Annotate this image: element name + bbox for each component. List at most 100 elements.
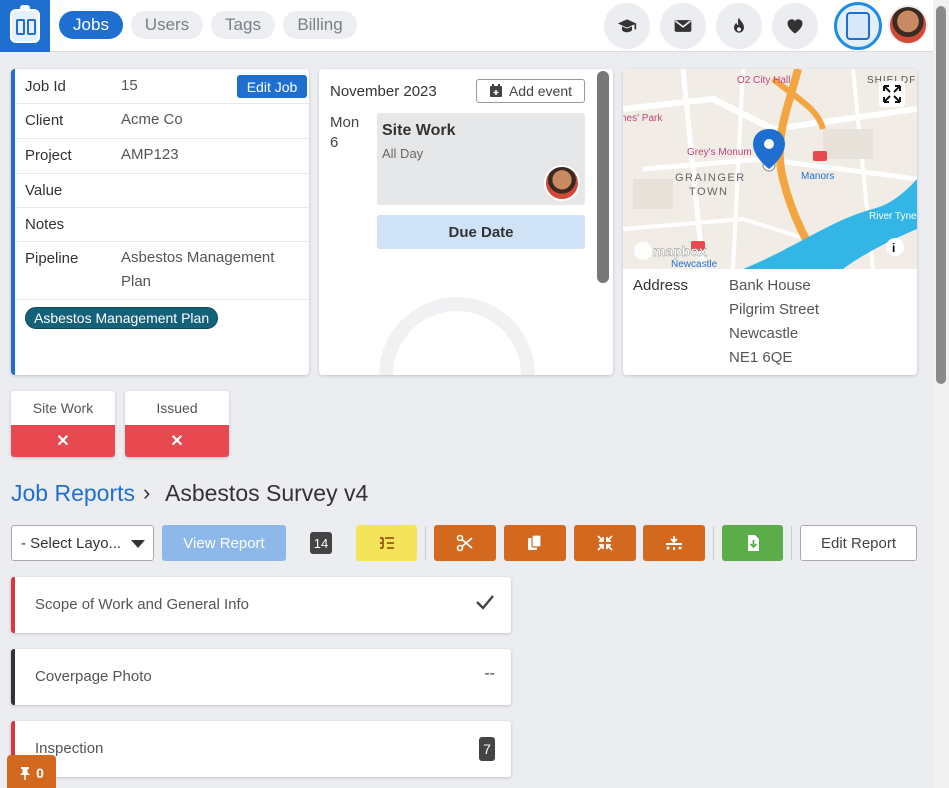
- section-name: Scope of Work and General Info: [35, 596, 250, 613]
- job-field-row: Project AMP123: [15, 139, 309, 174]
- status-label: Site Work: [32, 400, 94, 416]
- map-label: River Tyne: [869, 211, 917, 222]
- field-value: Acme Co: [121, 111, 183, 128]
- map-label: nes' Park: [623, 113, 663, 124]
- day-name: Mon: [330, 114, 360, 131]
- map-graphic: O2 City Hall SHIELDFIEL nes' Park Grey's…: [623, 69, 917, 269]
- field-label: Client: [25, 112, 64, 129]
- outline-button[interactable]: [356, 525, 417, 561]
- toolbar-divider: [791, 526, 792, 560]
- address-line: Bank House: [729, 277, 811, 294]
- breadcrumb-job-reports[interactable]: Job Reports: [11, 480, 135, 507]
- close-icon[interactable]: ✕: [125, 425, 229, 457]
- list-tree-icon: [379, 537, 394, 549]
- day-number: 6: [330, 134, 339, 151]
- field-value: AMP123: [121, 146, 179, 163]
- graduation-cap-icon: [617, 19, 637, 33]
- close-icon[interactable]: ✕: [11, 425, 115, 457]
- field-value: Asbestos Management Plan: [121, 249, 275, 290]
- field-label: Project: [25, 147, 72, 164]
- check-icon: [475, 593, 495, 616]
- edit-report-button[interactable]: Edit Report: [800, 525, 917, 561]
- location-map[interactable]: O2 City Hall SHIELDFIEL nes' Park Grey's…: [623, 69, 917, 269]
- info-icon: i: [892, 241, 895, 255]
- status-tile-issued[interactable]: Issued ✕: [125, 391, 229, 457]
- status-tile-site-work[interactable]: Site Work ✕: [11, 391, 115, 457]
- chevron-down-icon: [131, 540, 145, 548]
- favourites-button[interactable]: [772, 3, 818, 49]
- field-label: Pipeline: [25, 250, 79, 267]
- calendar-plus-icon: [489, 84, 502, 97]
- event-card[interactable]: Site Work All Day: [377, 113, 585, 205]
- field-label: Notes: [25, 216, 65, 233]
- pinned-count: 0: [36, 765, 44, 781]
- copy-icon: [528, 534, 542, 550]
- pipeline-badge[interactable]: Asbestos Management Plan: [25, 307, 219, 329]
- split-button[interactable]: [643, 525, 705, 561]
- job-field-row: Job Id 15 Edit Job: [15, 69, 309, 104]
- toolbar-divider: [713, 526, 714, 560]
- add-event-button[interactable]: Add event: [476, 79, 585, 103]
- download-button[interactable]: [722, 525, 783, 561]
- event-subtitle: All Day: [382, 146, 424, 161]
- add-event-label: Add event: [508, 83, 573, 99]
- calendar-card: November 2023 Add event Mon 6 Site Work …: [319, 69, 613, 375]
- chevron-right-icon: ›: [143, 480, 151, 505]
- activity-button[interactable]: [716, 3, 762, 49]
- tab-tags[interactable]: Tags: [211, 11, 275, 39]
- file-download-icon: [747, 535, 759, 551]
- event-assignee-avatar: [544, 165, 580, 201]
- page-scrollbar[interactable]: [933, 0, 949, 788]
- calendar-day: Mon 6: [330, 113, 359, 153]
- report-section[interactable]: Scope of Work and General Info: [11, 577, 511, 633]
- top-nav: Jobs Users Tags Billing: [0, 0, 933, 52]
- map-label: Manors: [801, 171, 834, 182]
- company-switcher[interactable]: [834, 2, 882, 50]
- event-title: Site Work: [382, 122, 456, 139]
- status-label: Issued: [156, 400, 198, 416]
- user-avatar[interactable]: [888, 5, 928, 45]
- calendar-scrollbar[interactable]: [597, 71, 609, 283]
- layout-select-value: - Select Layo...: [21, 534, 122, 552]
- section-count-badge: 7: [479, 737, 495, 761]
- address-line: Newcastle: [729, 325, 799, 342]
- clipboard-icon: [846, 12, 870, 40]
- field-label: Value: [25, 182, 63, 199]
- layout-select[interactable]: - Select Layo...: [11, 525, 154, 561]
- tab-users[interactable]: Users: [131, 11, 203, 39]
- split-icon: [666, 536, 682, 550]
- envelope-icon: [674, 20, 692, 32]
- collapse-button[interactable]: [574, 525, 636, 561]
- mapbox-logo: mapbox: [653, 243, 707, 259]
- due-date-event[interactable]: Due Date: [377, 215, 585, 249]
- calendar-month: November 2023: [330, 83, 437, 100]
- map-label: O2 City Hall: [737, 75, 790, 86]
- address-label: Address: [633, 277, 689, 294]
- copy-button[interactable]: [504, 525, 566, 561]
- field-label: Job Id: [25, 78, 66, 95]
- map-label: Grey's Monum: [687, 147, 752, 158]
- edit-job-button[interactable]: Edit Job: [237, 75, 307, 98]
- toolbar-divider: [425, 526, 426, 560]
- pinned-items-button[interactable]: 0: [7, 755, 56, 788]
- job-details-card: Job Id 15 Edit Job Client Acme Co Projec…: [11, 69, 309, 375]
- view-report-button[interactable]: View Report: [162, 525, 286, 561]
- job-field-row: Pipeline Asbestos Management Plan: [15, 242, 309, 300]
- report-section[interactable]: Inspection 7: [11, 721, 511, 777]
- cut-button[interactable]: [434, 525, 496, 561]
- scrollbar-thumb[interactable]: [936, 6, 946, 384]
- thumbtack-icon: [20, 767, 31, 780]
- location-card: O2 City Hall SHIELDFIEL nes' Park Grey's…: [623, 69, 917, 375]
- address-line: Pilgrim Street: [729, 301, 820, 318]
- fire-icon: [734, 17, 744, 33]
- section-status: --: [484, 665, 495, 682]
- tab-billing[interactable]: Billing: [283, 11, 357, 39]
- section-count-badge: 14: [310, 532, 332, 554]
- app-logo[interactable]: [0, 0, 50, 52]
- clipboard-icon: [10, 5, 40, 43]
- training-button[interactable]: [604, 3, 650, 49]
- tab-jobs[interactable]: Jobs: [59, 11, 123, 39]
- messages-button[interactable]: [660, 3, 706, 49]
- report-section[interactable]: Coverpage Photo --: [11, 649, 511, 705]
- watermark-logo: [379, 297, 535, 375]
